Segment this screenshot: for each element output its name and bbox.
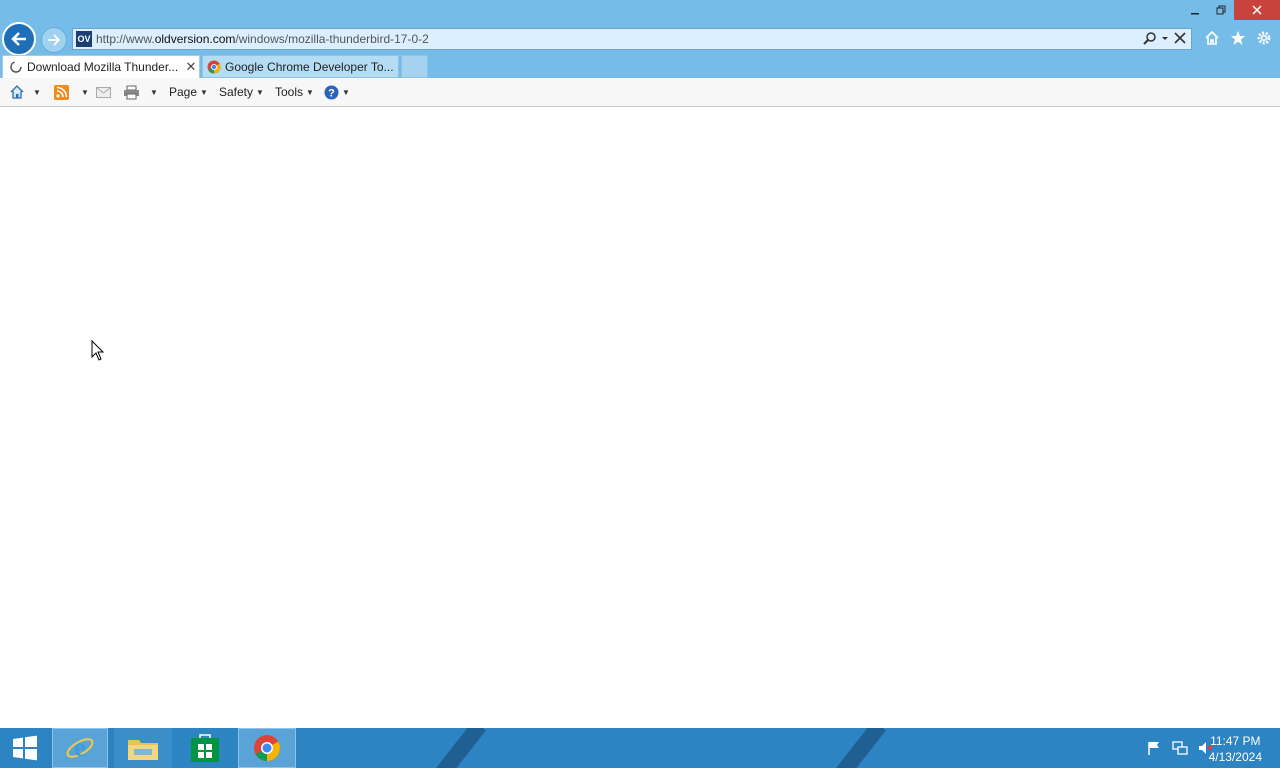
taskbar: e 11:47 PM 4/13/2024: [0, 728, 1280, 768]
safety-menu-label: Safety: [219, 85, 254, 99]
chevron-down-icon[interactable]: ▼: [150, 88, 158, 97]
print-command[interactable]: ▼: [123, 78, 158, 106]
url-text[interactable]: http://www.oldversion.com/windows/mozill…: [96, 32, 429, 46]
minimize-icon: [1191, 13, 1199, 15]
wallpaper-stripe: [430, 728, 486, 768]
tab-label: Download Mozilla Thunder...: [27, 60, 179, 74]
printer-icon: [124, 85, 139, 99]
clock-date: 4/13/2024: [1208, 750, 1262, 764]
browser-toolbar-right: [1204, 30, 1272, 46]
settings-gear-icon[interactable]: [1256, 30, 1272, 46]
chevron-down-icon: ▼: [306, 87, 314, 97]
start-button[interactable]: [0, 728, 50, 768]
command-bar: ▼ ▼ ▼ Page ▼ Safety ▼ Tools ▼ ? ▼: [0, 78, 1280, 107]
stop-icon[interactable]: [1173, 31, 1187, 45]
back-button[interactable]: [2, 22, 36, 56]
browser-frame: OV http://www.oldversion.com/windows/moz…: [0, 0, 1280, 78]
help-icon: ?: [324, 85, 339, 99]
safety-menu[interactable]: Safety ▼: [219, 78, 264, 106]
taskbar-store[interactable]: [176, 728, 234, 768]
wallpaper-stripe: [830, 728, 886, 768]
store-icon: [191, 734, 219, 762]
page-menu-label: Page: [169, 85, 198, 99]
url-domain: oldversion.com: [154, 32, 236, 46]
flag-icon[interactable]: [1146, 740, 1162, 756]
url-prefix: http://www.: [96, 32, 155, 46]
tab-download-thunderbird[interactable]: Download Mozilla Thunder... ✕: [2, 55, 200, 78]
start-icon: [13, 735, 37, 761]
feeds-command[interactable]: ▼: [54, 78, 89, 106]
chevron-down-icon[interactable]: ▼: [81, 88, 89, 97]
chevron-down-icon: ▼: [256, 87, 264, 97]
address-bar-actions: [1143, 31, 1187, 45]
page-menu[interactable]: Page ▼: [169, 78, 208, 106]
network-icon[interactable]: [1172, 740, 1188, 756]
close-icon: [1252, 5, 1262, 15]
internet-explorer-icon: e: [66, 733, 94, 762]
tools-menu-label: Tools: [275, 85, 304, 99]
mail-icon: [96, 87, 111, 98]
forward-arrow-icon: [48, 34, 61, 46]
taskbar-file-explorer[interactable]: [114, 728, 172, 768]
taskbar-chrome[interactable]: [238, 728, 296, 768]
url-path: /windows/mozilla-thunderbird-17-0-2: [235, 32, 429, 46]
clock-time: 11:47 PM: [1210, 734, 1261, 748]
new-tab-button[interactable]: [401, 55, 428, 78]
favorites-star-icon[interactable]: [1230, 30, 1246, 46]
restore-button[interactable]: [1208, 0, 1234, 20]
file-explorer-icon: [128, 740, 158, 760]
back-arrow-icon: [11, 32, 26, 46]
address-bar[interactable]: OV http://www.oldversion.com/windows/moz…: [72, 28, 1192, 50]
site-favicon: OV: [76, 31, 92, 47]
page-content[interactable]: [0, 107, 1280, 728]
home-command[interactable]: ▼: [9, 78, 41, 106]
mouse-cursor-icon: [91, 340, 105, 361]
caption-buttons: [1182, 0, 1280, 20]
tab-label: Google Chrome Developer To...: [225, 59, 394, 74]
forward-button[interactable]: [41, 27, 67, 53]
svg-text:e: e: [74, 733, 86, 762]
search-icon[interactable]: [1143, 31, 1157, 45]
home-icon[interactable]: [1204, 30, 1220, 46]
read-mail-command[interactable]: [96, 78, 111, 106]
rss-feed-icon: [54, 84, 69, 100]
clock[interactable]: 11:47 PM 4/13/2024: [1209, 733, 1262, 765]
taskbar-internet-explorer[interactable]: e: [52, 728, 108, 768]
loading-spinner-icon: [10, 61, 22, 73]
dropdown-arrow-icon[interactable]: [1161, 31, 1169, 45]
chevron-down-icon[interactable]: ▼: [33, 88, 41, 97]
svg-text:?: ?: [328, 87, 335, 99]
chevron-down-icon: ▼: [342, 87, 350, 97]
system-tray: [1146, 740, 1214, 756]
home-icon: [10, 85, 24, 99]
tab-close-icon[interactable]: ✕: [183, 59, 199, 75]
chevron-down-icon: ▼: [200, 87, 208, 97]
help-menu[interactable]: ? ▼: [324, 78, 350, 106]
tab-chrome-developer-tools[interactable]: Google Chrome Developer To...: [202, 55, 399, 78]
chrome-icon: [254, 735, 280, 761]
minimize-button[interactable]: [1182, 0, 1208, 20]
close-window-button[interactable]: [1234, 0, 1280, 20]
chrome-icon: [207, 60, 221, 73]
tools-menu[interactable]: Tools ▼: [275, 78, 314, 106]
restore-icon: [1216, 5, 1226, 15]
